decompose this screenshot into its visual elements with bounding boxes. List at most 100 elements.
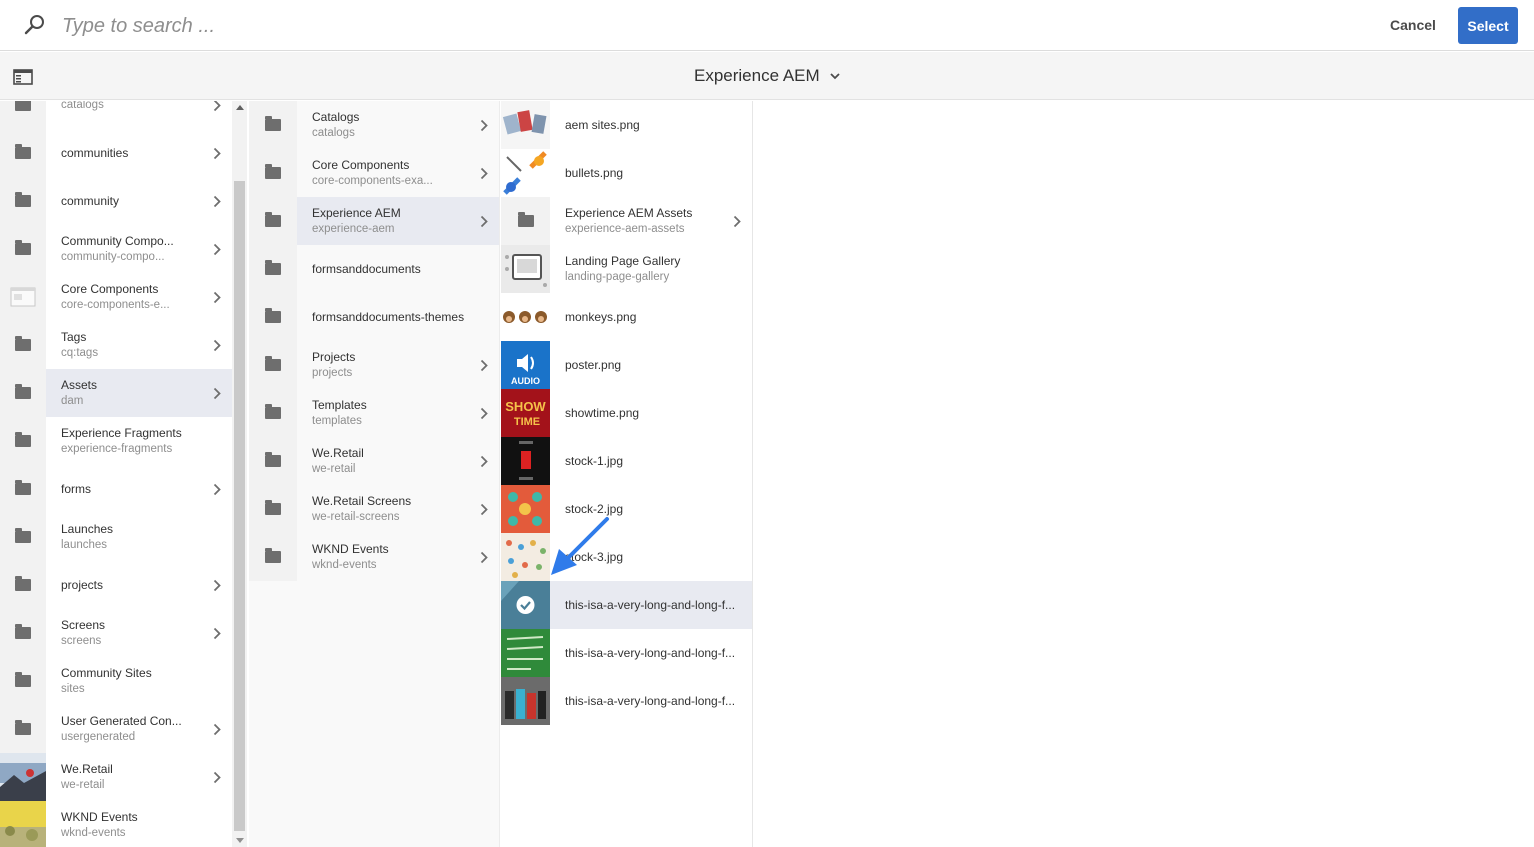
assets-item-row[interactable]: Projects projects [249, 341, 499, 389]
column-scrollbar[interactable] [232, 101, 247, 847]
expand-chevron[interactable] [202, 101, 232, 112]
thumbnail [0, 177, 46, 225]
root-item-row[interactable]: User Generated Con... usergenerated [0, 705, 232, 753]
assets-item-row[interactable]: WKND Events wknd-events [249, 533, 499, 581]
toggle-rail-icon[interactable] [13, 69, 33, 85]
asset-item-row[interactable]: this-isa-a-very-long-and-long-f... [501, 677, 752, 725]
asset-item-row[interactable]: Experience AEM Assets experience-aem-asse… [501, 197, 752, 245]
asset-item-row[interactable]: stock-2.jpg [501, 485, 752, 533]
thumbnail [0, 369, 46, 417]
column-root[interactable]: catalogs communities community Community Co… [0, 101, 232, 847]
asset-item-row[interactable]: this-isa-a-very-long-and-long-f... [501, 629, 752, 677]
item-path: cq:tags [61, 347, 99, 359]
item-text: We.Retail we-retail [46, 761, 202, 793]
expand-chevron[interactable] [202, 291, 232, 304]
folder-icon [15, 384, 31, 399]
root-item-row[interactable]: WKND Events wknd-events [0, 801, 232, 847]
expand-chevron[interactable] [469, 119, 499, 132]
expand-chevron[interactable] [722, 215, 752, 228]
thumbnail [249, 149, 297, 197]
asset-item-row[interactable]: Landing Page Gallery landing-page-gallery [501, 245, 752, 293]
expand-chevron[interactable] [202, 147, 232, 160]
item-path: we-retail-screens [312, 511, 400, 523]
assets-item-row[interactable]: Experience AEM experience-aem [249, 197, 499, 245]
asset-item-row[interactable]: stock-3.jpg [501, 533, 752, 581]
expand-chevron[interactable] [469, 359, 499, 372]
thumbnail [0, 657, 46, 705]
item-title: Catalogs [312, 110, 360, 124]
expand-chevron[interactable] [469, 167, 499, 180]
expand-chevron[interactable] [202, 195, 232, 208]
item-text: Community Sites sites [46, 665, 232, 697]
thumbnail: AUDIO [501, 341, 550, 389]
item-text: catalogs [46, 101, 202, 113]
assets-item-row[interactable]: formsanddocuments-themes [249, 293, 499, 341]
item-text: bullets.png [550, 165, 752, 181]
column-experience-aem[interactable]: aem sites.png bullets.png Experience AEM A… [501, 101, 753, 847]
root-item-row[interactable]: projects [0, 561, 232, 609]
assets-item-row[interactable]: Catalogs catalogs [249, 101, 499, 149]
item-title: showtime.png [565, 406, 640, 420]
expand-chevron[interactable] [469, 215, 499, 228]
image-thumbnail-icon [501, 293, 550, 341]
expand-chevron[interactable] [202, 579, 232, 592]
scroll-thumb[interactable] [234, 181, 245, 831]
item-text: forms [46, 481, 202, 497]
assets-item-row[interactable]: Core Components core-components-exa... [249, 149, 499, 197]
asset-item-row[interactable]: SHOW TIME showtime.png [501, 389, 752, 437]
root-item-row[interactable]: communities [0, 129, 232, 177]
root-item-row[interactable]: forms [0, 465, 232, 513]
item-text: community [46, 193, 202, 209]
column-assets[interactable]: Catalogs catalogs Core Components core-comp… [249, 101, 500, 847]
root-item-row[interactable]: Community Sites sites [0, 657, 232, 705]
thumbnail [0, 129, 46, 177]
expand-chevron[interactable] [469, 551, 499, 564]
expand-chevron[interactable] [469, 407, 499, 420]
assets-item-row[interactable]: Templates templates [249, 389, 499, 437]
item-path: dam [61, 395, 84, 407]
expand-chevron[interactable] [202, 627, 232, 640]
expand-chevron[interactable] [202, 723, 232, 736]
item-path: wknd-events [61, 827, 126, 839]
asset-item-row[interactable]: bullets.png [501, 149, 752, 197]
image-thumbnail-icon [501, 101, 550, 149]
assets-item-row[interactable]: formsanddocuments [249, 245, 499, 293]
scroll-down-arrow[interactable] [236, 838, 244, 843]
folder-icon [265, 308, 281, 323]
search-bar: Cancel Select [0, 0, 1534, 51]
root-item-row[interactable]: Assets dam [0, 369, 232, 417]
location-title-dropdown[interactable]: Experience AEM [694, 65, 840, 87]
root-item-row[interactable]: catalogs [0, 101, 232, 129]
root-item-row[interactable]: Screens screens [0, 609, 232, 657]
assets-item-row[interactable]: We.Retail Screens we-retail-screens [249, 485, 499, 533]
item-text: this-isa-a-very-long-and-long-f... [550, 693, 752, 709]
select-button[interactable]: Select [1458, 7, 1518, 44]
image-thumbnail-icon [501, 149, 550, 197]
expand-chevron[interactable] [202, 387, 232, 400]
expand-chevron[interactable] [202, 483, 232, 496]
asset-item-row[interactable]: monkeys.png [501, 293, 752, 341]
thumbnail [249, 437, 297, 485]
root-item-row[interactable]: Launches launches [0, 513, 232, 561]
scroll-up-arrow[interactable] [236, 105, 244, 110]
svg-text:SHOW: SHOW [505, 399, 546, 414]
item-text: stock-2.jpg [550, 501, 752, 517]
expand-chevron[interactable] [202, 243, 232, 256]
assets-item-row[interactable]: We.Retail we-retail [249, 437, 499, 485]
root-item-row[interactable]: Community Compo... community-compo... [0, 225, 232, 273]
expand-chevron[interactable] [202, 339, 232, 352]
root-item-row[interactable]: We.Retail we-retail [0, 753, 232, 801]
asset-item-row[interactable]: stock-1.jpg [501, 437, 752, 485]
asset-item-row[interactable]: AUDIO poster.png [501, 341, 752, 389]
root-item-row[interactable]: community [0, 177, 232, 225]
expand-chevron[interactable] [469, 503, 499, 516]
search-input[interactable] [52, 8, 652, 44]
root-item-row[interactable]: Core Components core-components-e... [0, 273, 232, 321]
expand-chevron[interactable] [469, 455, 499, 468]
root-item-row[interactable]: Tags cq:tags [0, 321, 232, 369]
asset-item-row[interactable]: aem sites.png [501, 101, 752, 149]
expand-chevron[interactable] [202, 771, 232, 784]
root-item-row[interactable]: Experience Fragments experience-fragments [0, 417, 232, 465]
cancel-button[interactable]: Cancel [1378, 8, 1448, 42]
asset-item-row[interactable]: this-isa-a-very-long-and-long-f... [501, 581, 752, 629]
